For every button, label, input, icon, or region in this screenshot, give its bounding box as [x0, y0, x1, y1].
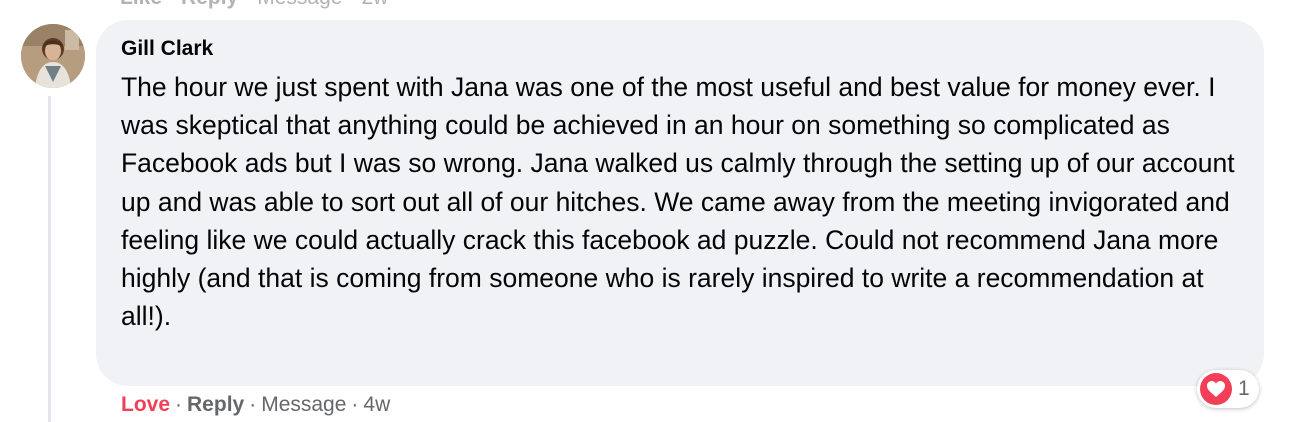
- comment-actions: Love · Reply · Message · 4w: [121, 390, 390, 420]
- separator: ·: [348, 0, 355, 9]
- separator: ·: [244, 0, 251, 9]
- separator: ·: [175, 393, 183, 416]
- reply-button[interactable]: Reply: [187, 393, 244, 416]
- avatar[interactable]: [21, 24, 85, 88]
- comment-text: The hour we just spent with Jana was one…: [121, 72, 1235, 332]
- thread-line: [48, 96, 51, 422]
- prev-like-button[interactable]: Like: [120, 0, 162, 9]
- previous-comment-actions: Like · Reply · Message · 2w: [120, 0, 388, 10]
- heart-icon: [1200, 373, 1232, 405]
- comment-thread: Like·Reply·Message·2w Gill Clark The hou…: [0, 0, 1316, 422]
- prev-timestamp[interactable]: 2w: [361, 0, 388, 9]
- comment-bubble: Gill Clark The hour we just spent with J…: [96, 20, 1264, 386]
- love-button[interactable]: Love: [121, 393, 170, 416]
- prev-message-button[interactable]: Message: [257, 0, 342, 9]
- comment-author[interactable]: Gill Clark: [121, 35, 1240, 63]
- separator: ·: [249, 393, 257, 416]
- prev-reply-button[interactable]: Reply: [181, 0, 238, 9]
- separator: ·: [351, 393, 359, 416]
- separator: ·: [168, 0, 175, 9]
- message-button[interactable]: Message: [261, 393, 346, 416]
- reaction-count: 1: [1238, 377, 1250, 400]
- reaction-summary[interactable]: 1: [1197, 370, 1259, 408]
- comment-timestamp[interactable]: 4w: [363, 393, 390, 416]
